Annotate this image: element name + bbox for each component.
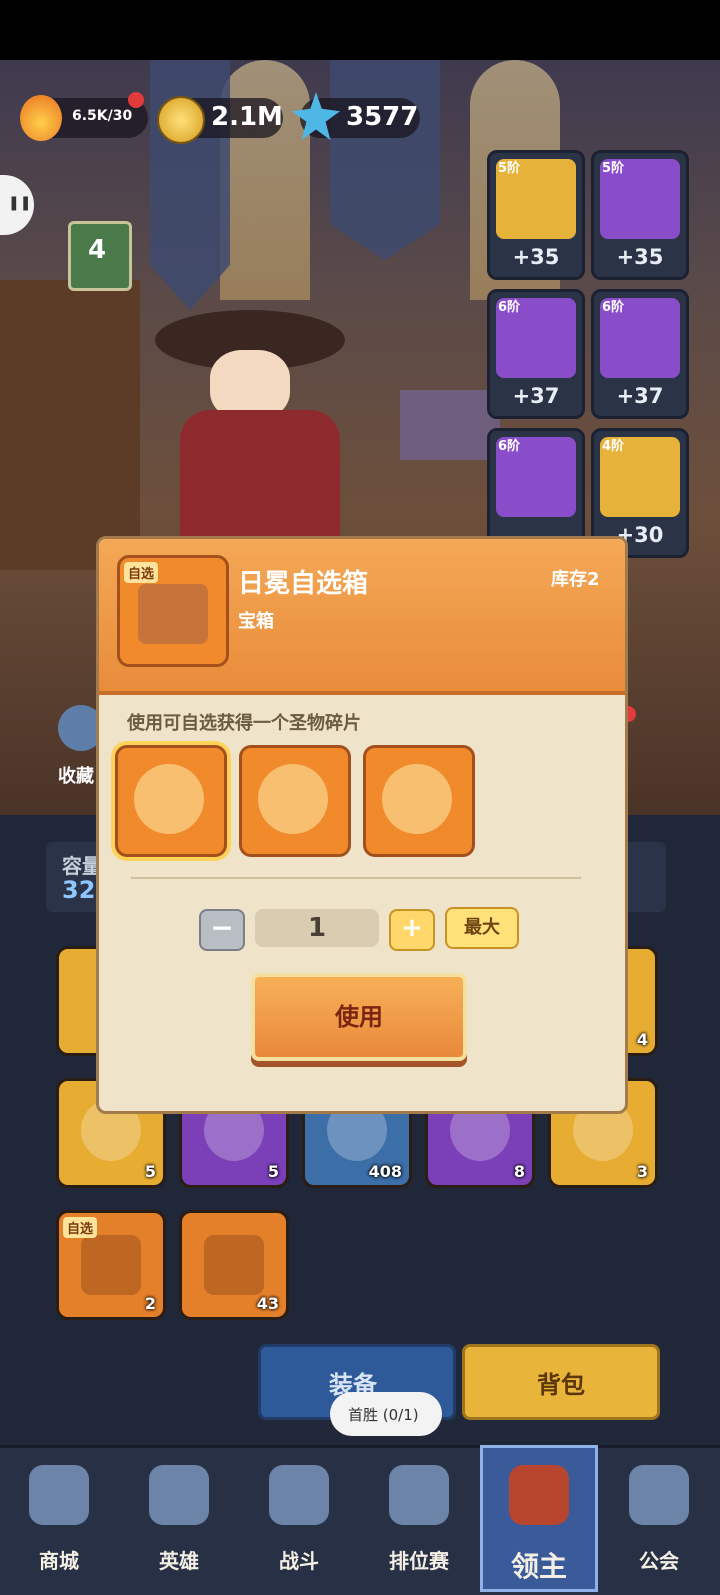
scene-books bbox=[400, 390, 500, 460]
tab-label: 英雄 bbox=[159, 1549, 199, 1573]
dialog-description: 使用可自选获得一个圣物碎片 bbox=[127, 713, 361, 734]
quantity-input[interactable]: 1 bbox=[255, 909, 379, 947]
dialog-header: 自选 日冕自选箱 宝箱 库存2 bbox=[99, 539, 625, 695]
equipment-slot[interactable]: 6阶 +37 bbox=[591, 289, 689, 419]
relic-chest-icon bbox=[138, 584, 208, 644]
relic-chest-icon bbox=[81, 1235, 141, 1295]
equipment-slot[interactable]: 6阶 +37 bbox=[487, 289, 585, 419]
scene-bookshelf bbox=[0, 280, 140, 570]
plus-icon: + bbox=[401, 913, 423, 943]
tab-label: 商城 bbox=[39, 1549, 79, 1573]
relic-shard-gold-icon bbox=[134, 764, 204, 834]
scene-window bbox=[220, 60, 310, 300]
tab-6[interactable]: 公会 bbox=[600, 1445, 718, 1592]
equipment-level: +37 bbox=[616, 384, 664, 408]
select-tag: 自选 bbox=[124, 562, 159, 583]
equipment-tier: 6阶 bbox=[498, 439, 521, 454]
hero-card-icon bbox=[149, 1465, 209, 1525]
lord-banner-icon bbox=[509, 1465, 569, 1525]
tab-1[interactable]: 商城 bbox=[0, 1445, 118, 1592]
guild-castle-icon bbox=[629, 1465, 689, 1525]
equipment-tier: 6阶 bbox=[498, 300, 521, 315]
stamina-value: 6.5K/30 bbox=[72, 108, 133, 124]
tab-2[interactable]: 英雄 bbox=[120, 1445, 238, 1592]
tab-label: 领主 bbox=[510, 1550, 567, 1583]
divider bbox=[131, 877, 581, 879]
relic-shard-bow-icon bbox=[382, 764, 452, 834]
relic-choice[interactable] bbox=[363, 745, 475, 857]
minus-icon: − bbox=[210, 911, 234, 944]
item-detail-dialog: 自选 日冕自选箱 宝箱 库存2 使用可自选获得一个圣物碎片 − 1 + 最大 使… bbox=[96, 536, 628, 1114]
ranked-shield-icon bbox=[389, 1465, 449, 1525]
item-count: 43 bbox=[256, 1294, 279, 1313]
select-tag: 自选 bbox=[63, 1217, 98, 1238]
item-count: 5 bbox=[144, 1162, 156, 1181]
equipment-tier: 5阶 bbox=[498, 161, 521, 176]
relic-choice[interactable] bbox=[115, 745, 227, 857]
inventory-slot[interactable]: 自选 2 bbox=[56, 1210, 166, 1320]
item-count: 4 bbox=[636, 1030, 648, 1049]
flame-icon bbox=[20, 95, 62, 141]
tab-label: 公会 bbox=[639, 1549, 679, 1573]
item-category: 宝箱 bbox=[238, 611, 274, 632]
capacity-value: 32 bbox=[62, 876, 96, 904]
use-button[interactable]: 使用 bbox=[251, 973, 467, 1061]
inventory-slot[interactable]: 43 bbox=[179, 1210, 289, 1320]
chat-icon: ❚❚ bbox=[8, 195, 32, 211]
equipment-level: +37 bbox=[512, 384, 560, 408]
item-count: 2 bbox=[144, 1294, 156, 1313]
crystal-value: 3577 bbox=[346, 102, 419, 132]
collection-label: 收藏 bbox=[58, 766, 94, 787]
first-win-tooltip: 首胜 (0/1) bbox=[330, 1392, 442, 1436]
tab-label: 排位赛 bbox=[389, 1549, 449, 1573]
equipment-tier: 5阶 bbox=[602, 161, 625, 176]
crossed-swords-icon bbox=[269, 1465, 329, 1525]
tab-5[interactable]: 领主 bbox=[480, 1445, 598, 1592]
relic-choice[interactable] bbox=[239, 745, 351, 857]
lord-level-badge[interactable]: 4 bbox=[58, 205, 136, 291]
tab-3[interactable]: 战斗 bbox=[240, 1445, 358, 1592]
bag-tab-label: 背包 bbox=[537, 1371, 585, 1399]
feather-quill-icon bbox=[204, 1235, 264, 1295]
tab-label: 战斗 bbox=[279, 1549, 319, 1573]
tab-4[interactable]: 排位赛 bbox=[360, 1445, 478, 1592]
gold-coin-icon bbox=[157, 96, 205, 144]
max-button[interactable]: 最大 bbox=[445, 907, 519, 949]
equipment-slot[interactable]: 5阶 +35 bbox=[591, 150, 689, 280]
notification-dot bbox=[128, 92, 144, 108]
equipment-level: +35 bbox=[512, 245, 560, 269]
scene-banner bbox=[330, 60, 440, 260]
item-stock: 库存2 bbox=[551, 569, 600, 590]
item-title: 日冕自选箱 bbox=[238, 569, 369, 599]
chest-item-frame: 自选 bbox=[117, 555, 229, 667]
shop-icon bbox=[29, 1465, 89, 1525]
equipment-tier: 6阶 bbox=[602, 300, 625, 315]
first-win-text: 首胜 (0/1) bbox=[348, 1406, 419, 1424]
status-bar bbox=[0, 0, 720, 60]
lord-level: 4 bbox=[88, 235, 107, 265]
equipment-level: +35 bbox=[616, 245, 664, 269]
item-count: 5 bbox=[267, 1162, 279, 1181]
bag-tab-button[interactable]: 背包 bbox=[462, 1344, 660, 1420]
gold-value: 2.1M bbox=[211, 102, 283, 132]
decrease-button[interactable]: − bbox=[199, 909, 245, 951]
increase-button[interactable]: + bbox=[389, 909, 435, 951]
item-count: 408 bbox=[368, 1162, 402, 1181]
equipment-tier: 4阶 bbox=[602, 439, 625, 454]
relic-shard-purple-icon bbox=[258, 764, 328, 834]
item-count: 8 bbox=[513, 1162, 525, 1181]
equipment-slot[interactable]: 5阶 +35 bbox=[487, 150, 585, 280]
item-count: 3 bbox=[636, 1162, 648, 1181]
